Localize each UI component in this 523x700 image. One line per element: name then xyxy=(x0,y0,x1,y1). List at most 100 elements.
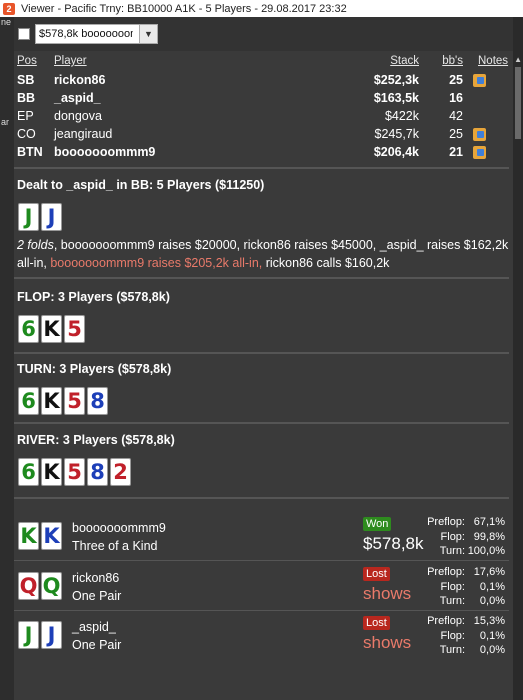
playing-card-heart: 5 xyxy=(64,387,85,415)
playing-card-diamond: J xyxy=(41,203,62,231)
bbs-cell: 16 xyxy=(449,91,463,105)
window-title: Viewer - Pacific Trny: BB10000 A1K - 5 P… xyxy=(21,2,347,15)
stack-cell: $422k xyxy=(384,109,419,123)
playing-card-club: 6 xyxy=(18,458,39,486)
strip-label: ne xyxy=(1,17,12,27)
showdown-player-name: rickon86 xyxy=(72,571,120,585)
stack-cell: $252,3k xyxy=(373,73,419,87)
strip-label: ar xyxy=(1,117,10,127)
equity-stats: Preflop: 17,6% Flop: 0,1% Turn: 0,0% xyxy=(417,565,505,609)
shows-label: shows xyxy=(363,584,412,603)
showdown-hand-rank: Three of a Kind xyxy=(72,539,158,553)
playing-card-diamond: 8 xyxy=(87,387,108,415)
showdown-cards: QQ xyxy=(18,572,62,600)
divider xyxy=(14,352,509,354)
showdown-hand-rank: One Pair xyxy=(72,638,122,652)
position-cell: BB xyxy=(17,91,36,105)
action-folds: 2 folds xyxy=(17,238,54,252)
bbs-cell: 25 xyxy=(449,73,463,87)
window-titlebar: 2 Viewer - Pacific Trny: BB10000 A1K - 5… xyxy=(0,0,523,17)
position-cell: EP xyxy=(17,109,34,123)
stack-cell: $163,5k xyxy=(373,91,419,105)
playing-card-heart: Q xyxy=(18,572,39,600)
equity-label: Flop: xyxy=(440,580,465,593)
result-badge: Lost xyxy=(363,616,390,630)
playing-card-heart: 2 xyxy=(110,458,131,486)
hand-selector-value: $578,8k booooooom xyxy=(39,28,133,40)
divider xyxy=(14,167,509,169)
position-cell: CO xyxy=(17,127,36,141)
hand-selector-dropdown[interactable]: $578,8k booooooom ▼ xyxy=(35,24,158,44)
playing-card-diamond: 8 xyxy=(87,458,108,486)
equity-value: 17,6% xyxy=(473,566,505,578)
equity-label: Turn: xyxy=(439,545,465,557)
equity-value: 0,0% xyxy=(479,595,505,607)
divider xyxy=(14,560,509,561)
player-name-cell: jeangiraud xyxy=(54,127,113,141)
chevron-down-icon[interactable]: ▼ xyxy=(139,25,157,43)
turn-cards: 6K58 xyxy=(18,387,108,415)
hole-cards: JJ xyxy=(18,203,62,231)
player-row[interactable]: BB _aspid_ $163,5k 16 xyxy=(17,90,509,108)
background-window-strip: ne ar xyxy=(0,17,14,700)
player-row[interactable]: EP dongova $422k 42 xyxy=(17,108,509,126)
player-row[interactable]: BTN booooooommm9 $206,4k 21 xyxy=(17,144,509,162)
flop-title: FLOP: 3 Players ($578,8k) xyxy=(17,290,170,304)
equity-value: 15,3% xyxy=(473,615,505,627)
position-cell: SB xyxy=(17,73,35,87)
action-highlight: booooooommm9 raises $205,2k all-in, xyxy=(50,256,263,270)
bbs-cell: 42 xyxy=(449,109,463,123)
scrollbar-thumb[interactable] xyxy=(515,67,521,139)
equity-value: 67,1% xyxy=(473,516,505,528)
result-badge: Lost xyxy=(363,567,390,581)
divider xyxy=(14,497,509,499)
divider xyxy=(14,422,509,424)
player-name-cell: dongova xyxy=(54,109,102,123)
playing-card-club: Q xyxy=(41,572,62,600)
divider xyxy=(14,277,509,279)
scroll-up-icon[interactable]: ▲ xyxy=(514,55,522,64)
divider xyxy=(14,610,509,611)
equity-label: Flop: xyxy=(440,530,465,543)
playing-card-heart: 5 xyxy=(64,315,85,343)
result-badge: Won xyxy=(363,517,392,531)
equity-value: 99,8% xyxy=(473,530,505,543)
header-notes[interactable]: Notes xyxy=(478,55,508,67)
showdown-cards: KK xyxy=(18,522,62,550)
showdown-hand-rank: One Pair xyxy=(72,589,122,603)
playing-card-spade: K xyxy=(41,458,62,486)
table-header: Pos Player Stack bb's Notes xyxy=(17,54,509,72)
won-amount: $578,8k xyxy=(363,534,424,553)
bbs-cell: 21 xyxy=(449,145,463,159)
showdown-player-name: booooooommm9 xyxy=(72,521,166,535)
action-text: rickon86 calls $160,2k xyxy=(262,256,390,270)
player-row[interactable]: CO jeangiraud $245,7k 25 xyxy=(17,126,509,144)
turn-title: TURN: 3 Players ($578,8k) xyxy=(17,362,172,376)
playing-card-spade: K xyxy=(41,387,62,415)
equity-label: Preflop: xyxy=(427,516,465,528)
playing-card-diamond: J xyxy=(41,621,62,649)
position-cell: BTN xyxy=(17,145,43,159)
equity-label: Turn: xyxy=(439,595,465,607)
hand-checkbox[interactable] xyxy=(18,28,30,40)
playing-card-club: K xyxy=(18,522,39,550)
playing-card-club: J xyxy=(18,621,39,649)
playing-card-diamond: K xyxy=(41,522,62,550)
equity-value: 100,0% xyxy=(467,545,505,557)
header-pos[interactable]: Pos xyxy=(17,55,37,67)
equity-stats: Preflop: 15,3% Flop: 0,1% Turn: 0,0% xyxy=(417,614,505,658)
playing-card-spade: K xyxy=(41,315,62,343)
equity-stats: Preflop: 67,1% Flop: 99,8% Turn: 100,0% xyxy=(417,515,505,559)
header-bbs[interactable]: bb's xyxy=(442,55,463,67)
playing-card-heart: 5 xyxy=(64,458,85,486)
player-name-cell: rickon86 xyxy=(54,73,106,87)
river-cards: 6K582 xyxy=(18,458,131,486)
equity-value: 0,0% xyxy=(479,644,505,656)
header-stack[interactable]: Stack xyxy=(390,55,419,67)
toolbar: $578,8k booooooom ▼ xyxy=(14,17,513,51)
header-player[interactable]: Player xyxy=(54,55,87,67)
player-row[interactable]: SB rickon86 $252,3k 25 xyxy=(17,72,509,90)
players-table: Pos Player Stack bb's Notes SB rickon86 $2… xyxy=(17,54,509,162)
shows-label: shows xyxy=(363,633,412,652)
player-name-cell: _aspid_ xyxy=(54,91,101,105)
